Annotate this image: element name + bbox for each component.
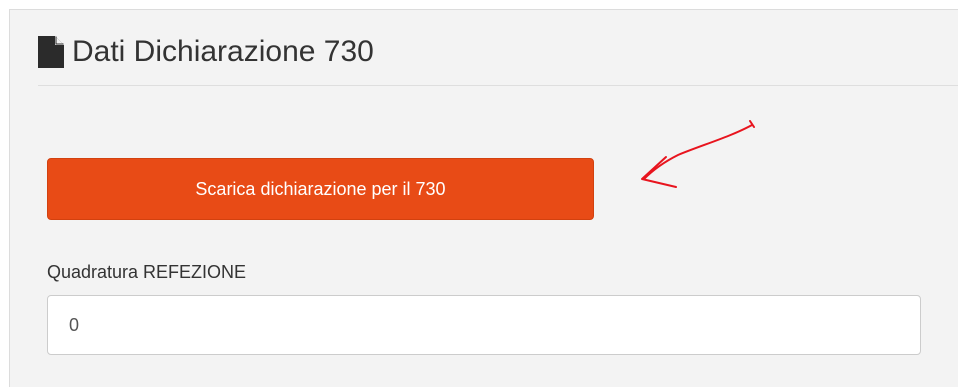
refezione-label: Quadratura REFEZIONE [47,262,247,282]
document-icon [38,36,64,68]
dichiarazione-panel: Dati Dichiarazione 730 Scarica dichiaraz… [9,9,958,387]
panel-title: Dati Dichiarazione 730 [72,35,374,68]
refezione-input[interactable] [47,295,921,355]
annotation-arrow-icon [641,120,755,188]
panel-header: Dati Dichiarazione 730 [38,28,958,86]
download-dichiarazione-button[interactable]: Scarica dichiarazione per il 730 [47,158,594,220]
